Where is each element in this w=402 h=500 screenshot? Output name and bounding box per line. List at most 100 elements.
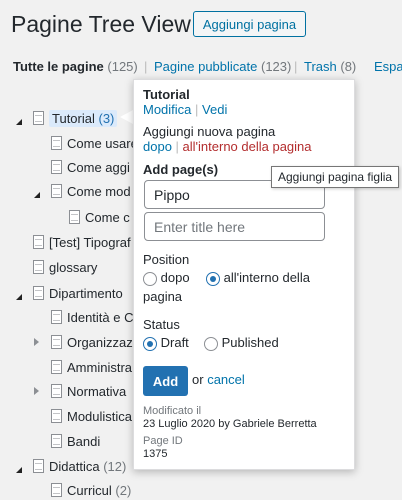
- radio-draft[interactable]: [143, 336, 157, 351]
- modified-label: Modificato il: [143, 405, 202, 417]
- filter-all[interactable]: Tutte le pagine (125): [13, 59, 138, 74]
- tree-item-label: Bandi: [67, 433, 101, 449]
- position-after-label: dopo: [160, 270, 190, 285]
- page-icon: [51, 409, 62, 423]
- page-icon: [51, 160, 62, 174]
- popup-arrow: [120, 110, 133, 124]
- tree-item-label: Normativa: [67, 383, 127, 399]
- tree-item-label: Didattica: [49, 458, 100, 474]
- collapse-toggle-icon[interactable]: [16, 467, 22, 473]
- tree-item-count: (2): [115, 482, 132, 498]
- divider: |: [175, 139, 183, 154]
- page-icon: [33, 235, 44, 249]
- filter-published-label[interactable]: Pagine pubblicate: [154, 59, 257, 74]
- tree-item[interactable]: [Test] Tipograf: [33, 232, 131, 252]
- tree-item-label: [Test] Tipograf: [49, 234, 131, 250]
- page-icon: [33, 111, 44, 125]
- tree-item[interactable]: Modulistica: [51, 406, 132, 426]
- status-published-label: Published: [221, 335, 279, 350]
- tree-item[interactable]: Identità e C: [51, 307, 134, 327]
- page-icon: [51, 434, 62, 448]
- tree-item[interactable]: Bandi: [51, 431, 100, 451]
- tree-item-label: Come aggi: [67, 159, 130, 175]
- collapse-toggle-icon[interactable]: [16, 119, 22, 125]
- page-icon: [33, 459, 44, 473]
- status-draft-option[interactable]: Draft: [143, 335, 189, 351]
- page-icon: [51, 310, 62, 324]
- tree-item[interactable]: Come aggi: [51, 157, 130, 177]
- radio-after[interactable]: [143, 271, 157, 286]
- tree-item[interactable]: Normativa: [51, 381, 126, 401]
- page-icon: [51, 136, 62, 150]
- tree-item-label: Dipartimento: [49, 285, 123, 301]
- add-after-link[interactable]: dopo: [143, 139, 172, 154]
- tree-item[interactable]: Dipartimento: [33, 283, 123, 303]
- status-label: Status: [143, 317, 180, 332]
- tree-item-label: Amministra: [67, 359, 133, 375]
- tree-item[interactable]: Come usare: [51, 133, 138, 153]
- tree-item-count: (12): [103, 458, 127, 474]
- radio-inside[interactable]: [206, 271, 220, 286]
- page-title-input-2-placeholder: Enter title here: [154, 218, 246, 235]
- tree-item-label: Tutorial: [52, 110, 95, 126]
- tree-item[interactable]: Come c: [69, 207, 130, 227]
- tree-item[interactable]: Organizzaz: [51, 332, 133, 352]
- position-label: Position: [143, 252, 190, 267]
- page-actions-popup: Tutorial Modifica | Vedi Aggiungi nuova …: [133, 79, 355, 470]
- page-icon: [51, 184, 62, 198]
- view-link[interactable]: Vedi: [202, 102, 227, 117]
- page-icon: [33, 260, 44, 274]
- page-icon: [51, 360, 62, 374]
- position-inside-label-cont: pagina: [143, 289, 183, 304]
- divider: |: [144, 59, 148, 74]
- tree-item-count: (3): [98, 110, 115, 126]
- filter-all-count: (125): [107, 59, 138, 74]
- filter-trash[interactable]: Trash (8): [304, 59, 356, 74]
- divider: |: [294, 59, 298, 74]
- tree-item[interactable]: glossary: [33, 257, 97, 277]
- radio-published[interactable]: [204, 336, 218, 351]
- tree-item-label: Come mod: [67, 183, 131, 199]
- page-title-input-1-value: Pippo: [154, 186, 190, 203]
- position-inside-option[interactable]: all'interno della: [206, 270, 310, 286]
- tree-item-label: Come usare: [67, 135, 138, 151]
- filter-expand-label[interactable]: Espa: [374, 59, 402, 74]
- popup-title: Tutorial: [143, 87, 190, 102]
- modified-value: 23 Luglio 2020 by Gabriele Berretta: [143, 418, 317, 430]
- add-button[interactable]: Add: [143, 366, 188, 396]
- add-new-page-label: Aggiungi nuova pagina: [143, 124, 276, 139]
- page-id-value: 1375: [143, 448, 168, 460]
- add-page-button[interactable]: Aggiungi pagina: [193, 11, 306, 37]
- add-pages-label: Add page(s): [143, 162, 219, 177]
- add-inside-link[interactable]: all'interno della pagina: [183, 139, 312, 154]
- tree-item[interactable]: Amministra: [51, 357, 132, 377]
- tree-item-label: Come c: [85, 209, 130, 225]
- status-draft-label: Draft: [160, 335, 189, 350]
- collapse-toggle-icon[interactable]: [16, 294, 22, 300]
- edit-link[interactable]: Modifica: [143, 102, 191, 117]
- cancel-link[interactable]: cancel: [207, 372, 245, 387]
- tree-item[interactable]: Come mod: [51, 181, 131, 201]
- filter-published[interactable]: Pagine pubblicate (123): [154, 59, 291, 74]
- tree-item[interactable]: Curricul (2): [51, 480, 131, 500]
- page-icon: [33, 286, 44, 300]
- expand-toggle-icon[interactable]: [34, 387, 39, 395]
- or-text: or: [192, 372, 204, 387]
- filter-trash-label[interactable]: Trash: [304, 59, 337, 74]
- page-icon: [51, 384, 62, 398]
- tree-item-label: Organizzaz: [67, 334, 133, 350]
- page-title: Pagine Tree View: [11, 11, 191, 37]
- tree-item-tutorial[interactable]: Tutorial (3): [33, 108, 118, 128]
- collapse-toggle-icon[interactable]: [34, 192, 40, 198]
- tree-item-label: glossary: [49, 259, 98, 275]
- tree-item[interactable]: Didattica (12): [33, 456, 126, 476]
- filter-trash-count: (8): [340, 59, 357, 74]
- page-title-input-2[interactable]: Enter title here: [144, 212, 325, 241]
- tree-item-label: Identità e C: [67, 309, 134, 325]
- filter-expand[interactable]: Espa: [374, 59, 402, 74]
- divider: |: [195, 102, 203, 117]
- expand-toggle-icon[interactable]: [34, 338, 39, 346]
- position-after-option[interactable]: dopo: [143, 270, 190, 286]
- tree-item-label: Modulistica: [67, 408, 133, 424]
- status-published-option[interactable]: Published: [204, 335, 279, 351]
